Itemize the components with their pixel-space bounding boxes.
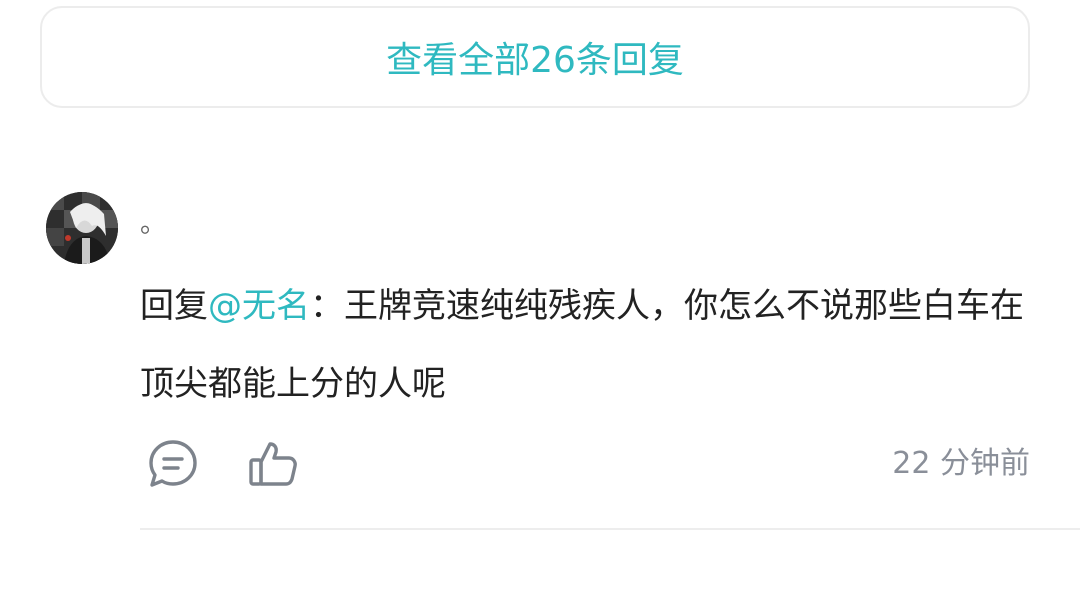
view-all-replies-button[interactable]: 查看全部26条回复 (40, 6, 1030, 108)
avatar-image (46, 192, 118, 264)
view-all-replies-label: 查看全部26条回复 (386, 40, 684, 81)
comment-timestamp: 22 分钟前 (892, 446, 1030, 481)
comment-text: 回复@无名：王牌竞速纯纯残疾人，你怎么不说那些白车在顶尖都能上分的人呢 (140, 267, 1040, 423)
comment-actions (146, 436, 300, 492)
mention-link[interactable]: @无名 (208, 286, 310, 326)
like-button[interactable] (246, 437, 300, 491)
comment-username[interactable]: 。 (140, 204, 166, 244)
mention-separator: ： (310, 286, 344, 326)
comment-icon (149, 440, 197, 487)
comment-divider (140, 528, 1080, 530)
avatar[interactable] (46, 192, 118, 264)
thumbs-up-icon (249, 442, 297, 486)
reply-button[interactable] (146, 437, 200, 491)
reply-prefix: 回复 (140, 286, 208, 326)
